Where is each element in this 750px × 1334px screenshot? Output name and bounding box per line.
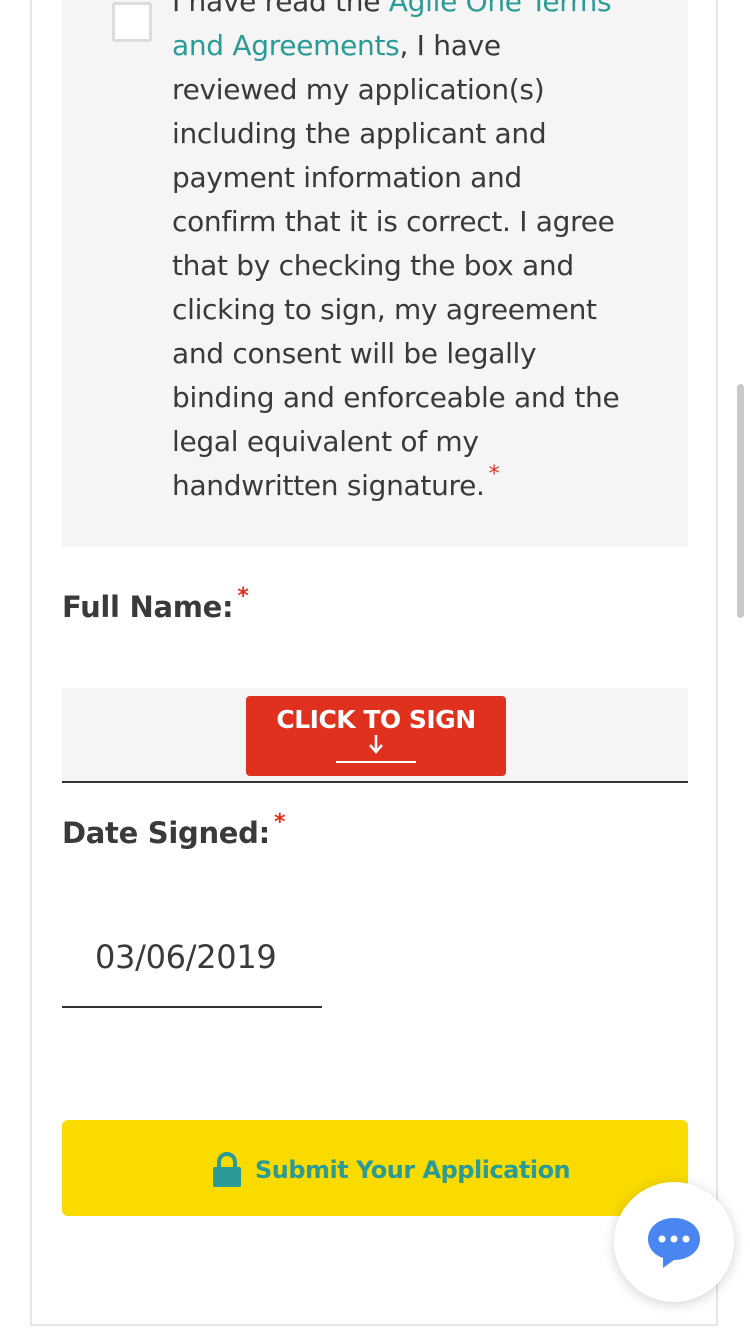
date-signed-value: 03/06/2019	[95, 938, 277, 976]
chat-button[interactable]	[614, 1182, 734, 1302]
submit-application-label: Submit Your Application	[255, 1156, 571, 1184]
submit-application-button[interactable]: Submit Your Application	[62, 1120, 688, 1216]
application-page: I have read the Agile One Terms and Agre…	[0, 0, 750, 1334]
arrow-down-icon	[369, 735, 383, 754]
terms-checkbox[interactable]	[112, 2, 152, 42]
full-name-label-text: Full Name:	[62, 590, 234, 624]
terms-required-marker: *	[488, 462, 500, 487]
date-signed-field[interactable]: 03/06/2019	[62, 920, 322, 1008]
chat-bubble-icon	[648, 1218, 700, 1268]
terms-text-body: , I have reviewed my application(s) incl…	[172, 29, 620, 502]
click-to-sign-label: CLICK TO SIGN	[276, 705, 476, 734]
full-name-label: Full Name: *	[62, 584, 249, 624]
terms-text-intro: I have read the	[172, 0, 389, 18]
scrollbar-thumb[interactable]	[737, 384, 744, 618]
date-signed-label: Date Signed: *	[62, 810, 285, 850]
terms-agreement-text: I have read the Agile One Terms and Agre…	[172, 0, 622, 511]
lock-icon	[213, 1152, 241, 1187]
date-signed-required-marker: *	[273, 810, 286, 835]
sign-underline	[336, 761, 416, 763]
full-name-required-marker: *	[237, 584, 249, 609]
date-signed-label-text: Date Signed:	[62, 816, 270, 850]
click-to-sign-button[interactable]: CLICK TO SIGN	[246, 696, 506, 776]
